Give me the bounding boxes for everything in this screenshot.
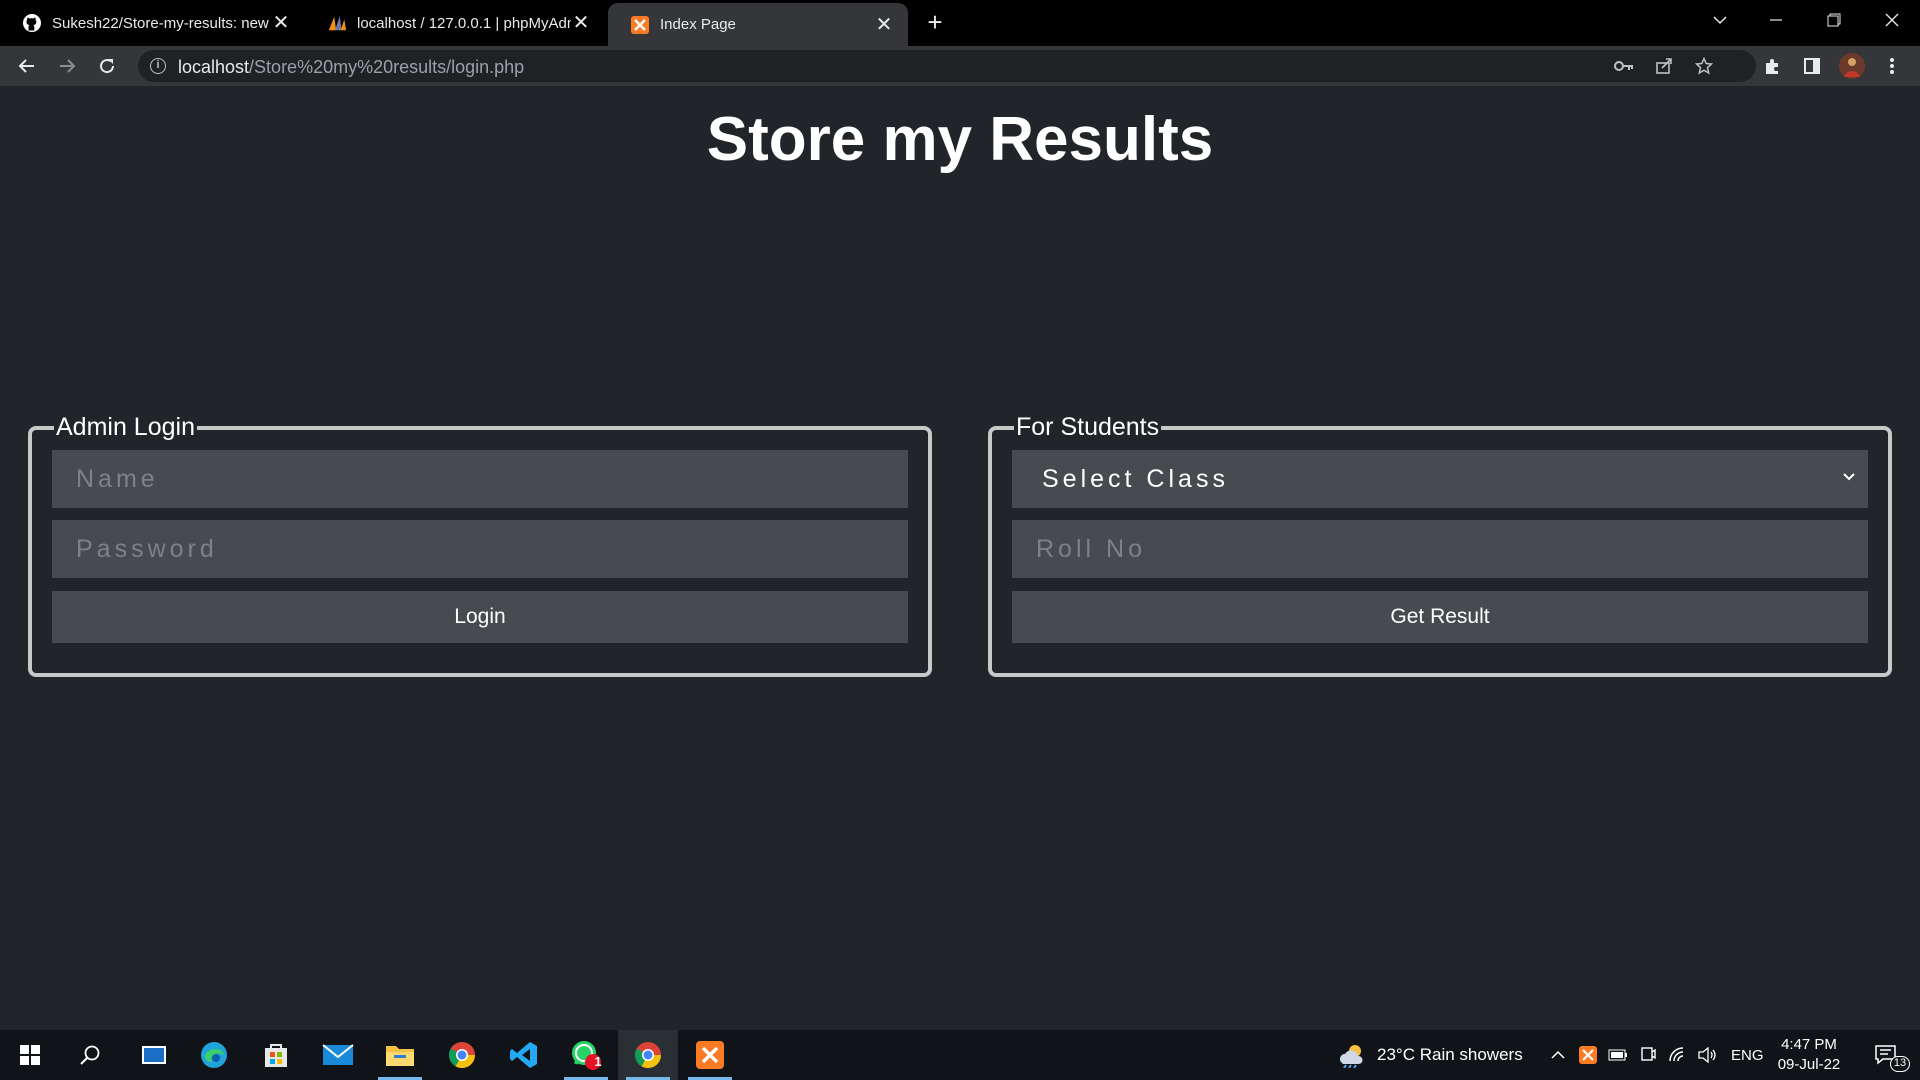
close-window-icon[interactable] — [1864, 0, 1920, 40]
reload-icon[interactable] — [91, 50, 123, 82]
name-input[interactable] — [52, 450, 908, 508]
clock-date: 09-Jul-22 — [1777, 1056, 1841, 1073]
tab-github[interactable]: Sukesh22/Store-my-results: new ✕ — [0, 3, 305, 43]
admin-login-panel: Admin Login Login — [28, 413, 932, 677]
extensions-icon[interactable] — [1756, 50, 1788, 82]
xampp-icon — [630, 15, 650, 35]
tab-title: Sukesh22/Store-my-results: new — [52, 14, 269, 32]
microsoft-store-icon[interactable] — [246, 1030, 306, 1080]
vscode-icon[interactable] — [494, 1030, 554, 1080]
wifi-icon[interactable] — [1666, 1030, 1690, 1080]
xampp-taskbar-icon[interactable] — [680, 1030, 740, 1080]
side-panel-icon[interactable] — [1796, 50, 1828, 82]
menu-kebab-icon[interactable] — [1876, 50, 1908, 82]
windows-taskbar: 1 23°C Rain showers ENG 4:47 PM 09-Jul-2… — [0, 1030, 1920, 1080]
weather-icon[interactable] — [1332, 1030, 1372, 1080]
bookmark-star-icon[interactable] — [1688, 50, 1720, 82]
xampp-tray-icon[interactable] — [1576, 1030, 1600, 1080]
password-input[interactable] — [52, 520, 908, 578]
clock-time: 4:47 PM — [1781, 1036, 1837, 1053]
close-tab-icon[interactable]: ✕ — [271, 13, 291, 33]
minimize-icon[interactable] — [1748, 0, 1804, 40]
address-bar[interactable]: i localhost/Store%20my%20results/login.p… — [138, 50, 1756, 82]
forward-arrow-icon[interactable] — [51, 50, 83, 82]
weather-text[interactable]: 23°C Rain showers — [1377, 1045, 1523, 1065]
close-tab-icon[interactable]: ✕ — [571, 13, 591, 33]
url-text: localhost/Store%20my%20results/login.php — [178, 57, 524, 78]
clock[interactable]: 4:47 PM 09-Jul-22 — [1771, 1035, 1847, 1075]
whatsapp-badge: 1 — [594, 1054, 602, 1069]
tab-title: Index Page — [660, 16, 736, 33]
battery-icon[interactable] — [1606, 1030, 1630, 1080]
profile-avatar[interactable] — [1836, 50, 1868, 82]
key-icon[interactable] — [1608, 50, 1640, 82]
meet-now-icon[interactable] — [1636, 1030, 1660, 1080]
task-view-icon[interactable] — [124, 1030, 184, 1080]
tab-index-page[interactable]: Index Page ✕ — [608, 3, 908, 46]
students-legend: For Students — [1016, 413, 1160, 441]
show-hidden-icons-icon[interactable] — [1546, 1030, 1570, 1080]
class-select[interactable]: Select Class — [1012, 450, 1868, 508]
windows-start-icon[interactable] — [0, 1030, 60, 1080]
edge-icon[interactable] — [184, 1030, 244, 1080]
back-arrow-icon[interactable] — [11, 50, 43, 82]
url-host: localhost — [178, 57, 250, 77]
close-tab-icon[interactable]: ✕ — [874, 15, 894, 35]
share-icon[interactable] — [1648, 50, 1680, 82]
language-indicator[interactable]: ENG — [1731, 1047, 1764, 1064]
chevron-down-icon — [1843, 473, 1855, 481]
restore-icon[interactable] — [1806, 0, 1862, 40]
mail-icon[interactable] — [308, 1030, 368, 1080]
admin-login-legend: Admin Login — [56, 413, 195, 441]
notification-count: 13 — [1890, 1056, 1910, 1072]
search-icon[interactable] — [60, 1030, 120, 1080]
class-select-value: Select Class — [1042, 464, 1229, 493]
new-tab-icon[interactable]: + — [921, 9, 949, 37]
url-path: /Store%20my%20results/login.php — [249, 57, 525, 77]
site-info-icon[interactable]: i — [150, 58, 166, 74]
students-panel: For Students Select Class Get Result — [988, 413, 1892, 677]
page-content: Store my Results Admin Login Login For S… — [0, 86, 1920, 1030]
chrome-active-icon[interactable] — [618, 1030, 678, 1080]
page-title: Store my Results — [706, 105, 1214, 174]
tab-strip: Sukesh22/Store-my-results: new ✕ localho… — [0, 0, 1920, 46]
file-explorer-icon[interactable] — [370, 1030, 430, 1080]
tab-search-icon[interactable] — [1692, 0, 1748, 40]
tab-title: localhost / 127.0.0.1 | phpMyAdm — [357, 14, 571, 32]
browser-toolbar: i localhost/Store%20my%20results/login.p… — [0, 46, 1920, 86]
volume-icon[interactable] — [1696, 1030, 1720, 1080]
whatsapp-icon[interactable]: 1 — [556, 1030, 616, 1080]
chrome-icon[interactable] — [432, 1030, 492, 1080]
notifications-icon[interactable]: 13 — [1862, 1030, 1912, 1080]
tab-phpmyadmin[interactable]: localhost / 127.0.0.1 | phpMyAdm ✕ — [305, 3, 605, 43]
login-button[interactable]: Login — [52, 591, 908, 643]
github-icon — [22, 13, 42, 33]
phpmyadmin-icon — [327, 13, 347, 33]
get-result-button[interactable]: Get Result — [1012, 591, 1868, 643]
roll-no-input[interactable] — [1012, 520, 1868, 578]
